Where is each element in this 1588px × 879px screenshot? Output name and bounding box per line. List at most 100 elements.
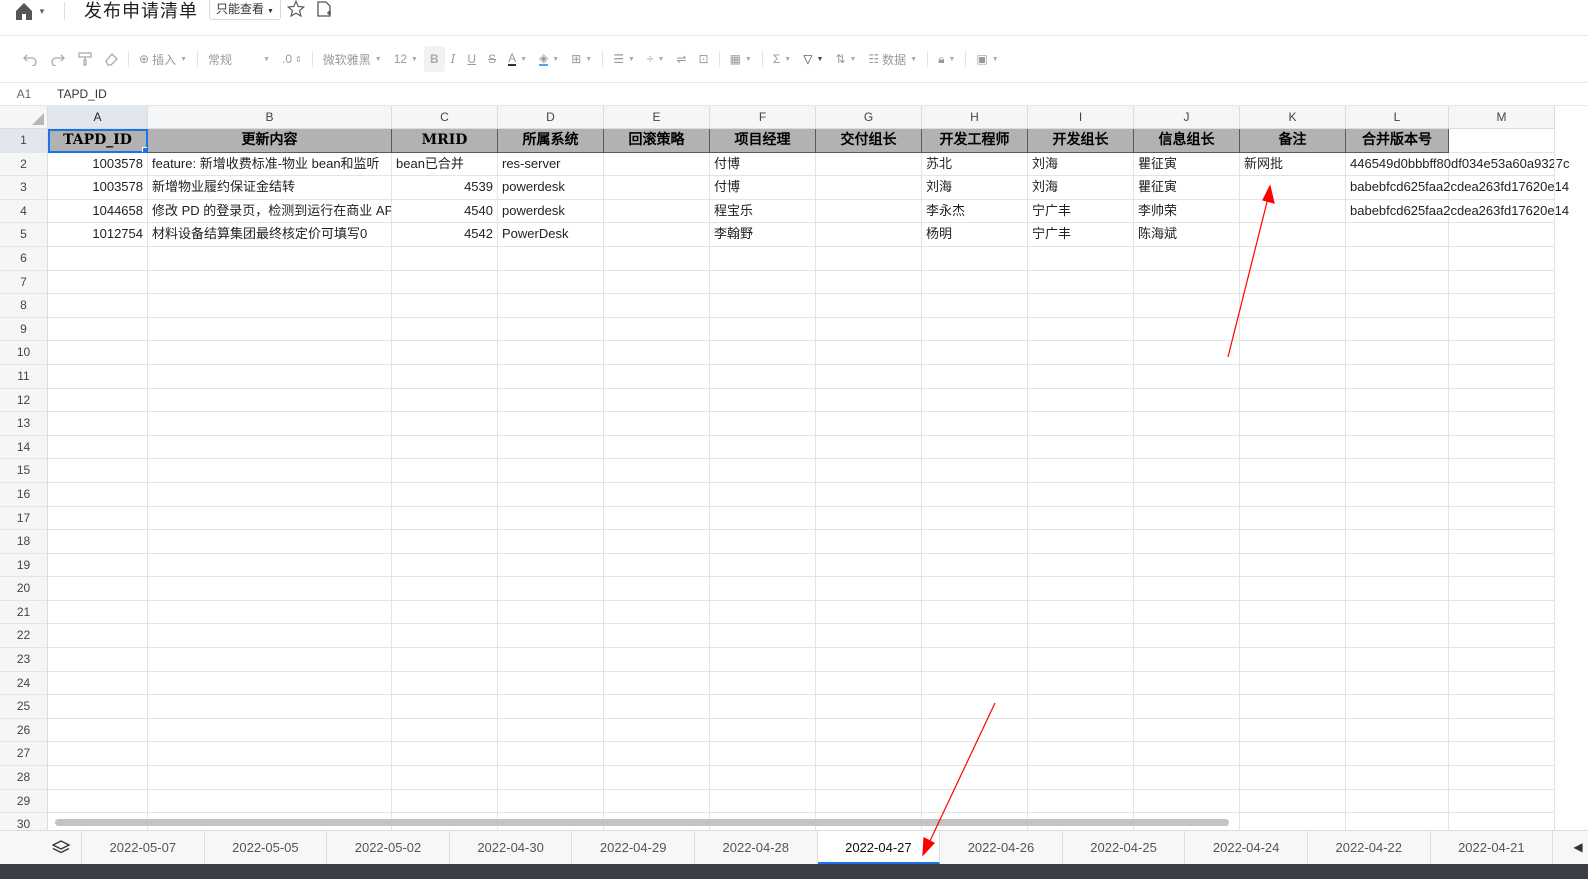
column-header[interactable]: M — [1449, 106, 1555, 129]
empty-cell[interactable] — [48, 553, 148, 578]
table-cell[interactable]: 李永杰 — [922, 199, 1028, 224]
empty-cell[interactable] — [1346, 648, 1449, 672]
empty-cell[interactable] — [816, 718, 922, 743]
empty-cell[interactable] — [498, 506, 604, 531]
empty-cell[interactable] — [1028, 317, 1134, 342]
empty-cell[interactable] — [1346, 246, 1449, 271]
empty-cell[interactable] — [1449, 388, 1555, 413]
empty-cell[interactable] — [1240, 553, 1346, 578]
empty-cell[interactable] — [48, 364, 148, 389]
empty-cell[interactable] — [1449, 624, 1555, 649]
empty-cell[interactable] — [1346, 388, 1449, 413]
empty-cell[interactable] — [1134, 648, 1240, 672]
empty-cell[interactable] — [1028, 530, 1134, 554]
empty-cell[interactable] — [48, 789, 148, 814]
column-header[interactable]: C — [392, 106, 498, 129]
empty-cell[interactable] — [604, 624, 710, 649]
empty-cell[interactable] — [1346, 577, 1449, 601]
empty-cell[interactable] — [148, 671, 392, 696]
row-header[interactable]: 13 — [0, 412, 48, 436]
row-header[interactable]: 17 — [0, 506, 48, 531]
empty-cell[interactable] — [604, 695, 710, 719]
empty-cell[interactable] — [1028, 364, 1134, 389]
empty-cell[interactable] — [48, 742, 148, 767]
row-header[interactable]: 15 — [0, 459, 48, 483]
sheet-tab[interactable]: 2022-05-02 — [327, 831, 450, 864]
empty-cell[interactable] — [1240, 364, 1346, 389]
insert-dropdown[interactable]: ⊕ 插入 ▼ — [133, 46, 193, 72]
formula-input[interactable]: TAPD_ID — [57, 83, 107, 105]
table-cell[interactable]: PowerDesk — [498, 223, 604, 247]
row-header[interactable]: 29 — [0, 789, 48, 814]
empty-cell[interactable] — [498, 388, 604, 413]
empty-cell[interactable] — [498, 695, 604, 719]
empty-cell[interactable] — [1240, 412, 1346, 436]
empty-cell[interactable] — [1346, 624, 1449, 649]
empty-cell[interactable] — [48, 718, 148, 743]
empty-cell[interactable] — [48, 671, 148, 696]
empty-cell[interactable] — [922, 246, 1028, 271]
empty-cell[interactable] — [1449, 482, 1555, 507]
sheet-tab[interactable]: 2022-04-22 — [1308, 831, 1431, 864]
empty-cell[interactable] — [922, 648, 1028, 672]
empty-cell[interactable] — [1240, 766, 1346, 790]
row-header[interactable]: 3 — [0, 176, 48, 200]
header-cell[interactable]: 信息组长 — [1134, 129, 1240, 153]
empty-cell[interactable] — [922, 766, 1028, 790]
table-cell[interactable] — [816, 152, 922, 177]
empty-cell[interactable] — [604, 246, 710, 271]
empty-cell[interactable] — [1028, 270, 1134, 295]
empty-cell[interactable] — [710, 482, 816, 507]
row-header[interactable]: 20 — [0, 577, 48, 601]
empty-cell[interactable] — [148, 270, 392, 295]
table-cell[interactable] — [1346, 223, 1449, 247]
empty-cell[interactable] — [922, 270, 1028, 295]
empty-cell[interactable] — [922, 364, 1028, 389]
empty-cell[interactable] — [1449, 317, 1555, 342]
empty-cell[interactable] — [498, 742, 604, 767]
empty-cell[interactable] — [922, 530, 1028, 554]
row-header[interactable]: 30 — [0, 813, 48, 830]
table-cell[interactable] — [1240, 223, 1346, 247]
header-cell[interactable]: 交付组长 — [816, 129, 922, 153]
empty-cell[interactable] — [1449, 813, 1555, 830]
empty-cell[interactable] — [816, 789, 922, 814]
strikethrough-button[interactable]: S — [482, 46, 502, 72]
column-header[interactable]: D — [498, 106, 604, 129]
empty-cell[interactable] — [1240, 435, 1346, 460]
column-header[interactable]: F — [710, 106, 816, 129]
empty-cell[interactable] — [148, 789, 392, 814]
empty-cell[interactable] — [148, 435, 392, 460]
row-header[interactable]: 27 — [0, 742, 48, 767]
empty-cell[interactable] — [710, 530, 816, 554]
font-family-dropdown[interactable]: 微软雅黑 ▼ — [317, 46, 388, 72]
empty-cell[interactable] — [710, 624, 816, 649]
row-header[interactable]: 6 — [0, 246, 48, 271]
sheet-tab[interactable]: 2022-04-30 — [450, 831, 573, 864]
vertical-align-button[interactable]: ÷ ▼ — [641, 46, 671, 72]
row-header[interactable]: 14 — [0, 435, 48, 460]
empty-cell[interactable] — [710, 270, 816, 295]
empty-cell[interactable] — [48, 246, 148, 271]
empty-cell[interactable] — [922, 718, 1028, 743]
sheet-tab[interactable]: 2022-04-24 — [1185, 831, 1308, 864]
undo-button[interactable] — [16, 46, 44, 72]
filter-button[interactable]: ▽ ▼ — [797, 46, 829, 72]
empty-cell[interactable] — [1346, 294, 1449, 318]
empty-cell[interactable] — [816, 246, 922, 271]
empty-cell[interactable] — [922, 459, 1028, 483]
empty-cell[interactable] — [1028, 742, 1134, 767]
empty-cell[interactable] — [922, 742, 1028, 767]
empty-cell[interactable] — [48, 482, 148, 507]
empty-cell[interactable] — [604, 482, 710, 507]
table-cell[interactable] — [1240, 199, 1346, 224]
empty-cell[interactable] — [710, 294, 816, 318]
table-cell[interactable] — [604, 176, 710, 200]
empty-cell[interactable] — [816, 317, 922, 342]
sheet-tab[interactable]: 2022-05-05 — [205, 831, 328, 864]
empty-cell[interactable] — [1134, 789, 1240, 814]
empty-cell[interactable] — [148, 294, 392, 318]
empty-cell[interactable] — [1134, 246, 1240, 271]
border-button[interactable]: ⊞ ▼ — [565, 46, 598, 72]
empty-cell[interactable] — [392, 364, 498, 389]
